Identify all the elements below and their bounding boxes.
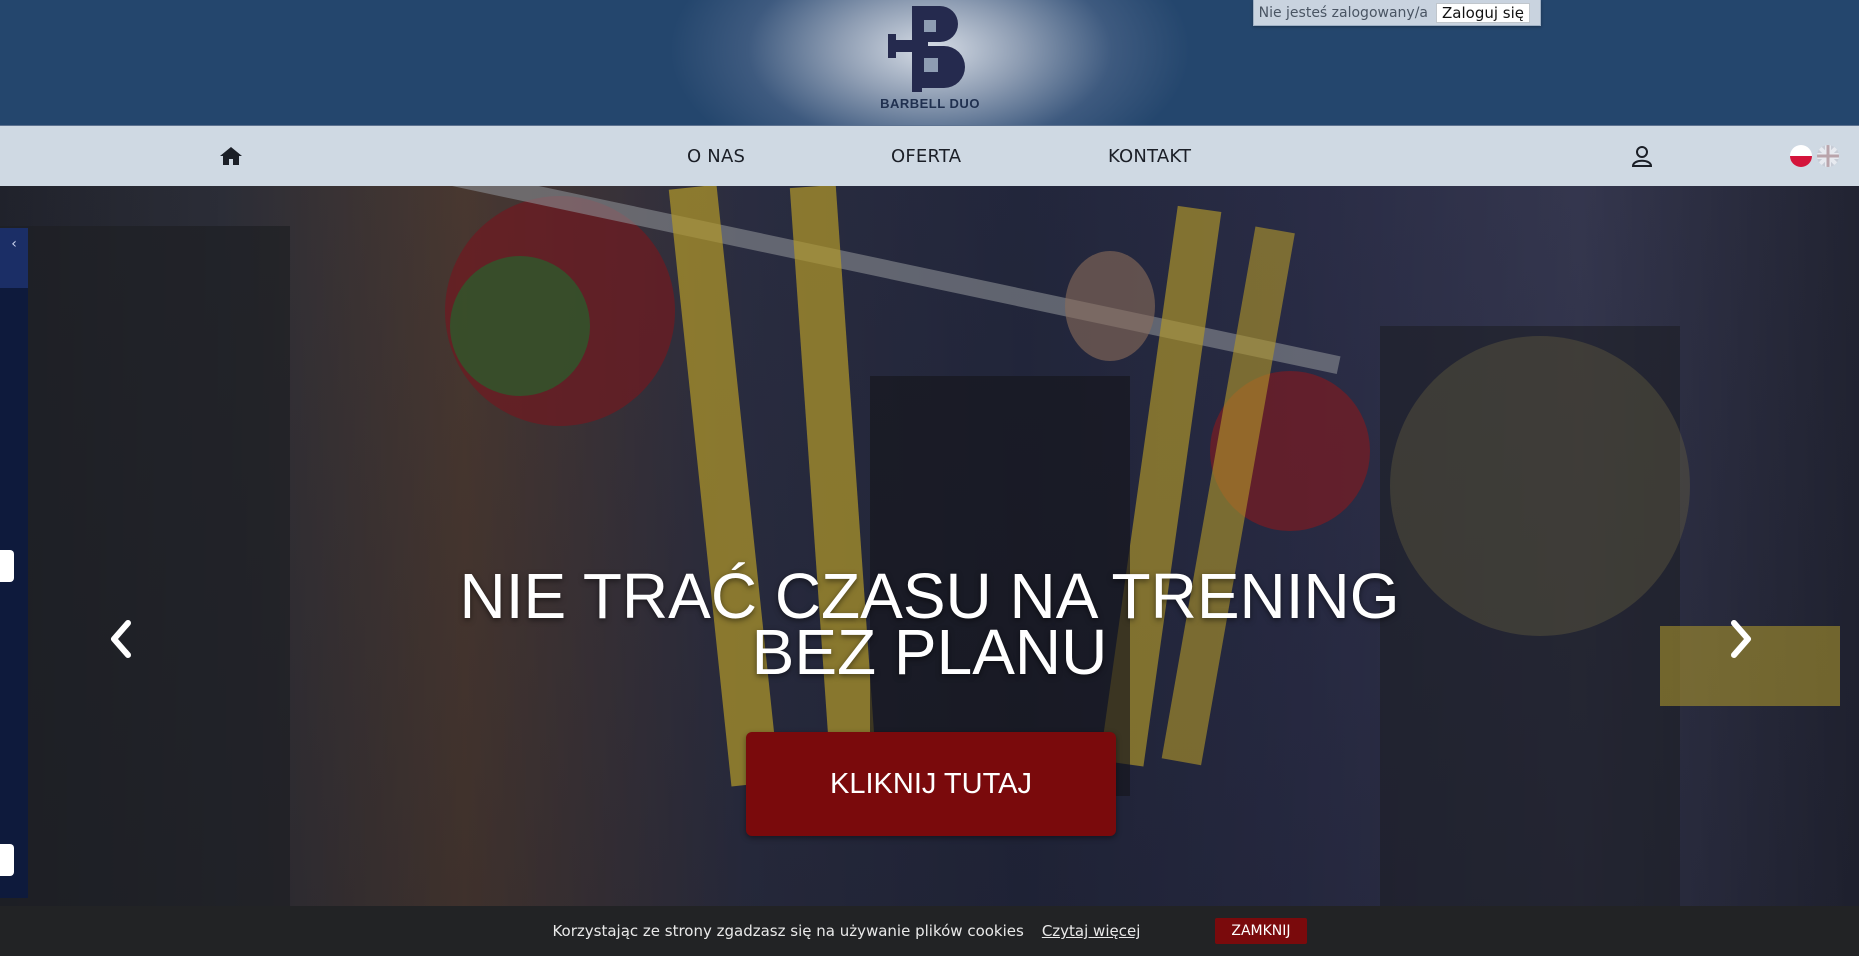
nav-item-oferta[interactable]: OFERTA <box>891 146 961 167</box>
side-panel-field-2[interactable] <box>0 844 14 876</box>
cookie-text: Korzystając ze strony zgadzasz się na uż… <box>552 922 1024 940</box>
hero-slider: NIE TRAĆ CZASU NA TRENING BEZ PLANU KLIK… <box>0 186 1859 906</box>
chevron-left-icon[interactable] <box>106 619 136 659</box>
hero-title-line-2: BEZ PLANU <box>751 616 1108 688</box>
cookie-bar: Korzystając ze strony zgadzasz się na uż… <box>0 906 1859 956</box>
login-status-text: Nie jesteś zalogowany/a <box>1258 4 1428 21</box>
en-flag-icon[interactable] <box>1817 145 1839 167</box>
cookie-read-more-link[interactable]: Czytaj więcej <box>1042 922 1141 940</box>
main-nav: O NAS OFERTA KONTAKT <box>0 125 1859 186</box>
cookie-close-button[interactable]: ZAMKNIJ <box>1215 918 1307 944</box>
side-panel-field-1[interactable] <box>0 550 14 582</box>
login-box: Nie jesteś zalogowany/a Zaloguj się <box>1253 0 1541 26</box>
pl-flag-icon[interactable] <box>1790 145 1812 167</box>
side-panel-toggle[interactable]: ‹ <box>0 228 28 288</box>
header-bar: BARBELL DUO Nie jesteś zalogowany/a Zalo… <box>0 0 1859 125</box>
barbell-duo-logo-icon <box>888 6 965 92</box>
login-button[interactable]: Zaloguj się <box>1436 2 1530 23</box>
chevron-right-icon[interactable] <box>1726 619 1756 659</box>
home-icon[interactable] <box>219 146 243 166</box>
chevron-left-small-icon: ‹ <box>11 236 17 252</box>
nav-item-kontakt[interactable]: KONTAKT <box>1108 146 1191 167</box>
brand-name: BARBELL DUO <box>880 96 980 111</box>
nav-item-o-nas[interactable]: O NAS <box>687 146 745 167</box>
hero-title: NIE TRAĆ CZASU NA TRENING BEZ PLANU <box>0 564 1859 688</box>
user-icon[interactable] <box>1631 145 1653 167</box>
brand-logo[interactable]: BARBELL DUO <box>870 0 990 120</box>
cta-button[interactable]: KLIKNIJ TUTAJ <box>746 732 1116 836</box>
